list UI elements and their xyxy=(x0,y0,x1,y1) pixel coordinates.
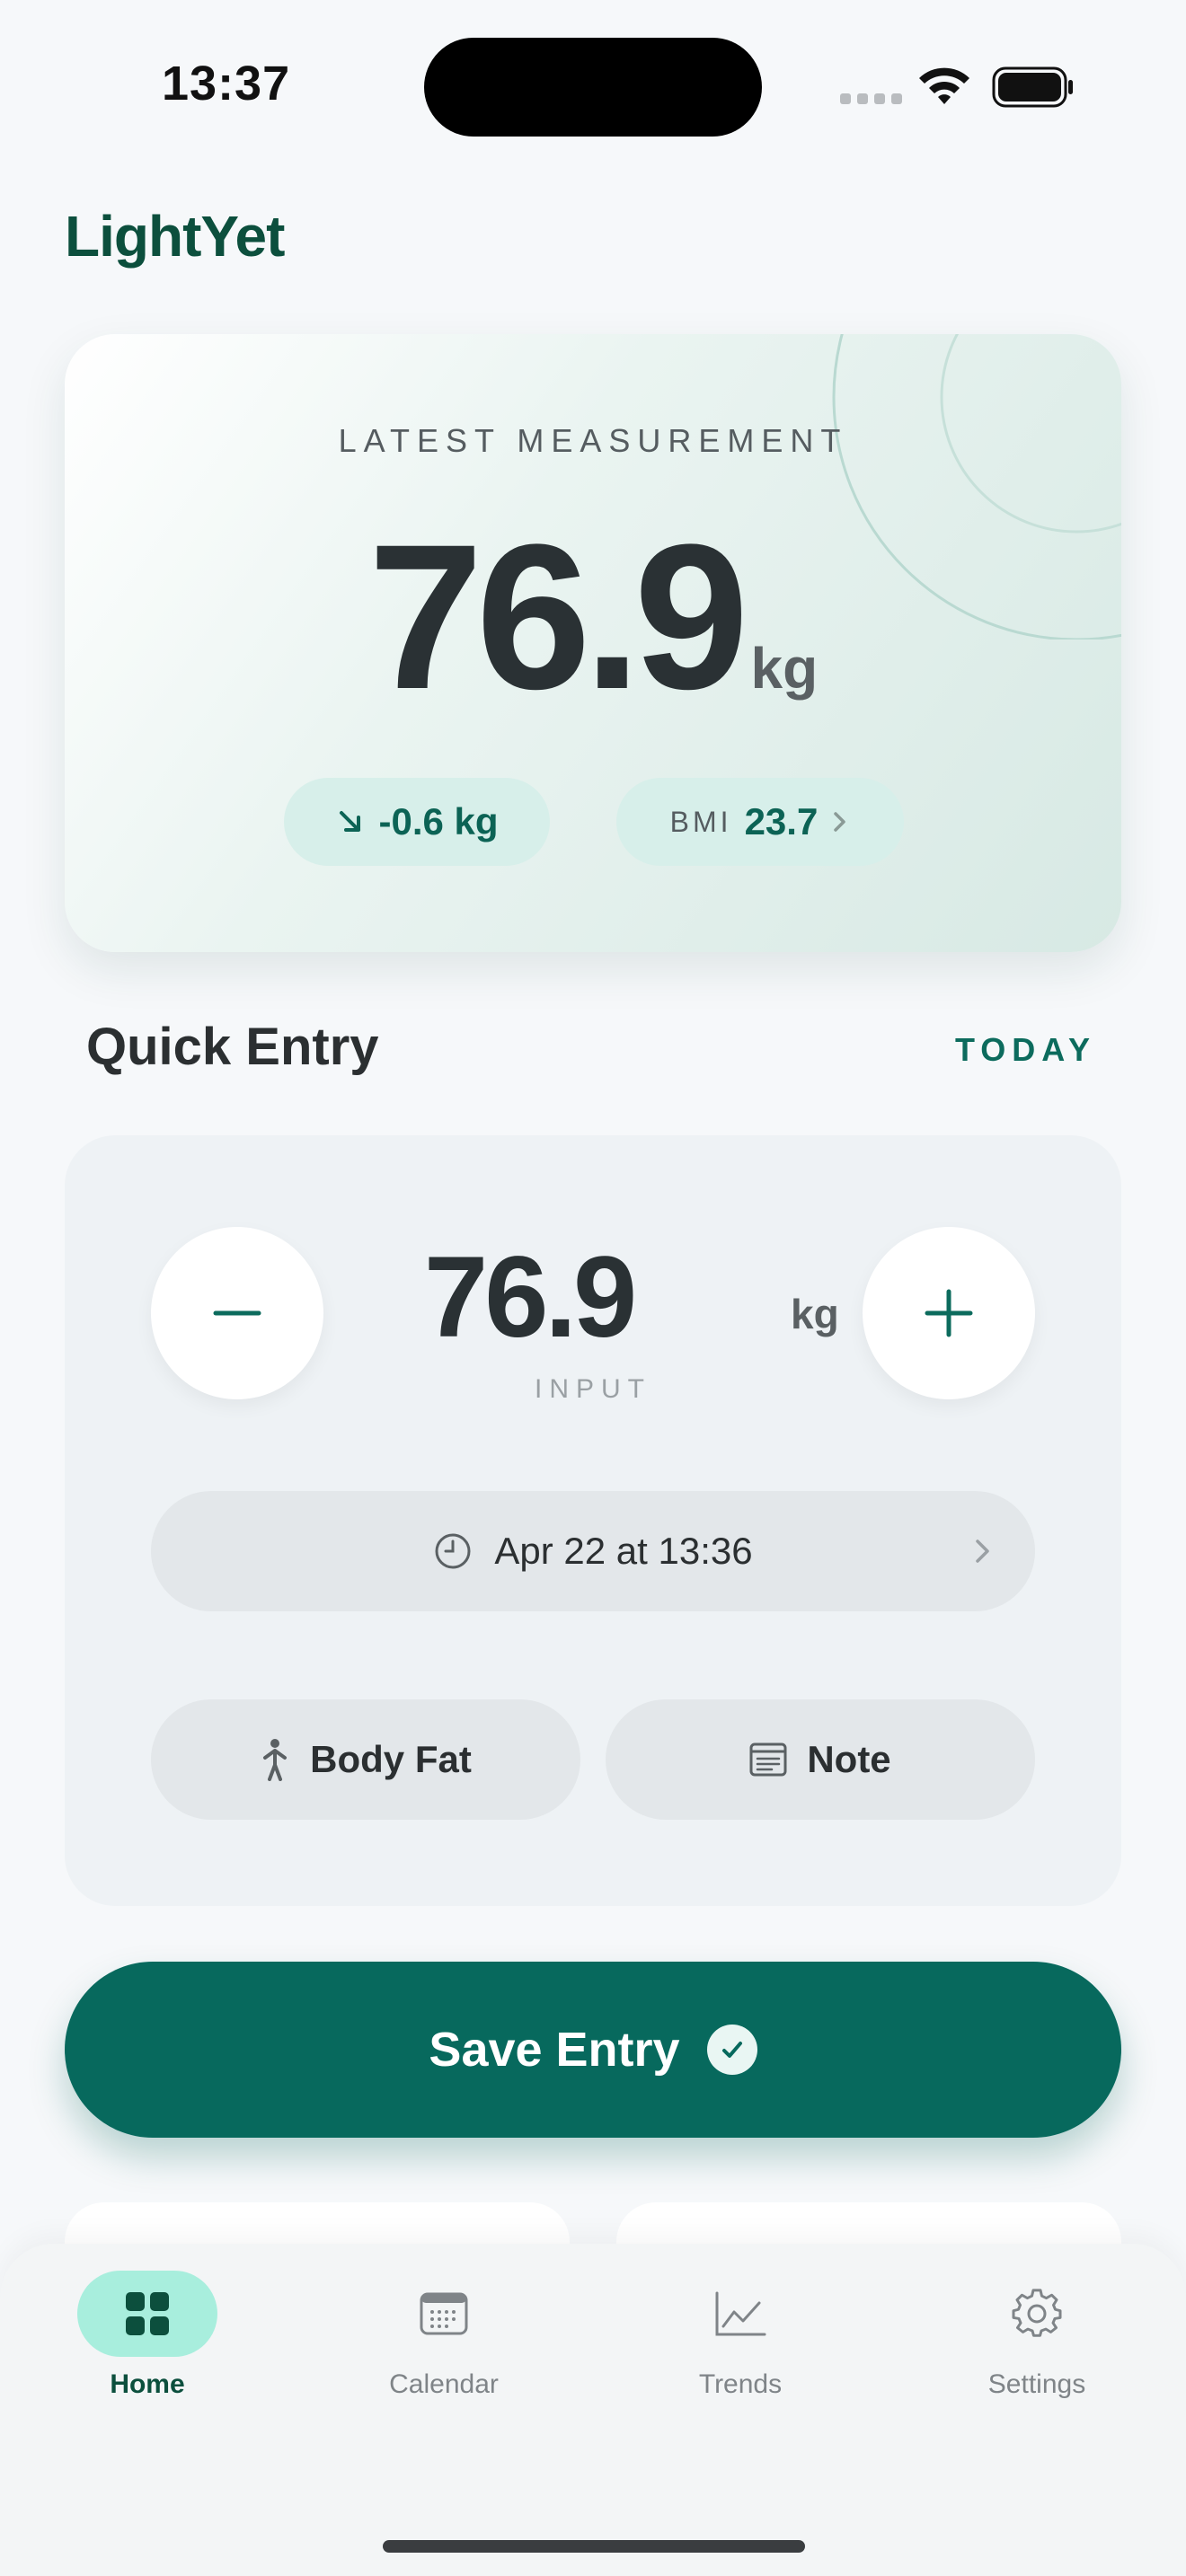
chevron-right-icon xyxy=(834,812,846,832)
chart-icon xyxy=(670,2271,810,2357)
tab-trends-label: Trends xyxy=(698,2369,783,2399)
bmi-value: 23.7 xyxy=(744,800,819,842)
latest-measurement-label: LATEST MEASUREMENT xyxy=(338,422,848,459)
plus-icon xyxy=(925,1289,973,1337)
tab-calendar-label: Calendar xyxy=(389,2369,499,2399)
wifi-icon xyxy=(919,67,969,104)
check-circle-icon xyxy=(706,2025,757,2075)
chevron-right-icon xyxy=(976,1539,989,1563)
latest-weight-unit: kg xyxy=(750,636,819,701)
tab-bar: Home Calendar Trends Settings xyxy=(0,2244,1186,2576)
bmi-button[interactable]: BMI 23.7 xyxy=(616,778,904,866)
save-entry-button[interactable]: Save Entry xyxy=(65,1962,1121,2138)
tab-settings[interactable]: Settings xyxy=(947,2271,1127,2414)
tab-home[interactable]: Home xyxy=(58,2271,237,2414)
weight-change-text: -0.6 kg xyxy=(378,800,499,842)
quick-entry-title: Quick Entry xyxy=(86,1018,379,1076)
status-bar: 13:37 xyxy=(0,0,1186,171)
body-fat-label: Body Fat xyxy=(310,1738,472,1780)
status-time: 13:37 xyxy=(162,57,291,110)
gear-icon xyxy=(967,2271,1107,2357)
bmi-label: BMI xyxy=(669,805,732,838)
home-indicator[interactable] xyxy=(383,2540,805,2553)
clock-icon xyxy=(435,1533,471,1569)
app-title: LightYet xyxy=(65,204,285,269)
quick-entry-card: 76.9 kg INPUT Apr 22 at 13:36 Body Fat N… xyxy=(65,1135,1121,1906)
minus-icon xyxy=(213,1310,261,1316)
arrow-down-right-icon xyxy=(340,811,361,832)
latest-value-row: 76.9 kg xyxy=(65,514,1121,720)
latest-weight-value: 76.9 xyxy=(367,501,749,732)
weight-change-badge: -0.6 kg xyxy=(284,778,550,866)
weight-input-unit: kg xyxy=(791,1291,839,1337)
note-icon xyxy=(749,1742,787,1777)
tab-home-label: Home xyxy=(110,2369,185,2399)
date-time-picker[interactable]: Apr 22 at 13:36 xyxy=(151,1491,1035,1611)
tab-settings-label: Settings xyxy=(987,2369,1086,2399)
person-icon xyxy=(263,1739,288,1781)
body-fat-button[interactable]: Body Fat xyxy=(151,1699,580,1820)
signal-dots-icon xyxy=(840,93,902,104)
note-label: Note xyxy=(807,1738,891,1780)
calendar-icon xyxy=(374,2271,514,2357)
note-button[interactable]: Note xyxy=(606,1699,1035,1820)
weight-input-value[interactable]: 76.9 xyxy=(424,1229,637,1367)
grid-icon xyxy=(77,2271,217,2357)
today-button[interactable]: TODAY xyxy=(955,1031,1096,1069)
save-entry-label: Save Entry xyxy=(429,2023,680,2077)
battery-icon xyxy=(992,66,1073,108)
tab-trends[interactable]: Trends xyxy=(651,2271,830,2414)
increment-button[interactable] xyxy=(863,1227,1035,1399)
dynamic-island xyxy=(424,38,762,137)
tab-calendar[interactable]: Calendar xyxy=(354,2271,534,2414)
latest-measurement-card: LATEST MEASUREMENT 76.9 kg -0.6 kg BMI 23… xyxy=(65,334,1121,952)
date-time-text: Apr 22 at 13:36 xyxy=(494,1530,753,1572)
